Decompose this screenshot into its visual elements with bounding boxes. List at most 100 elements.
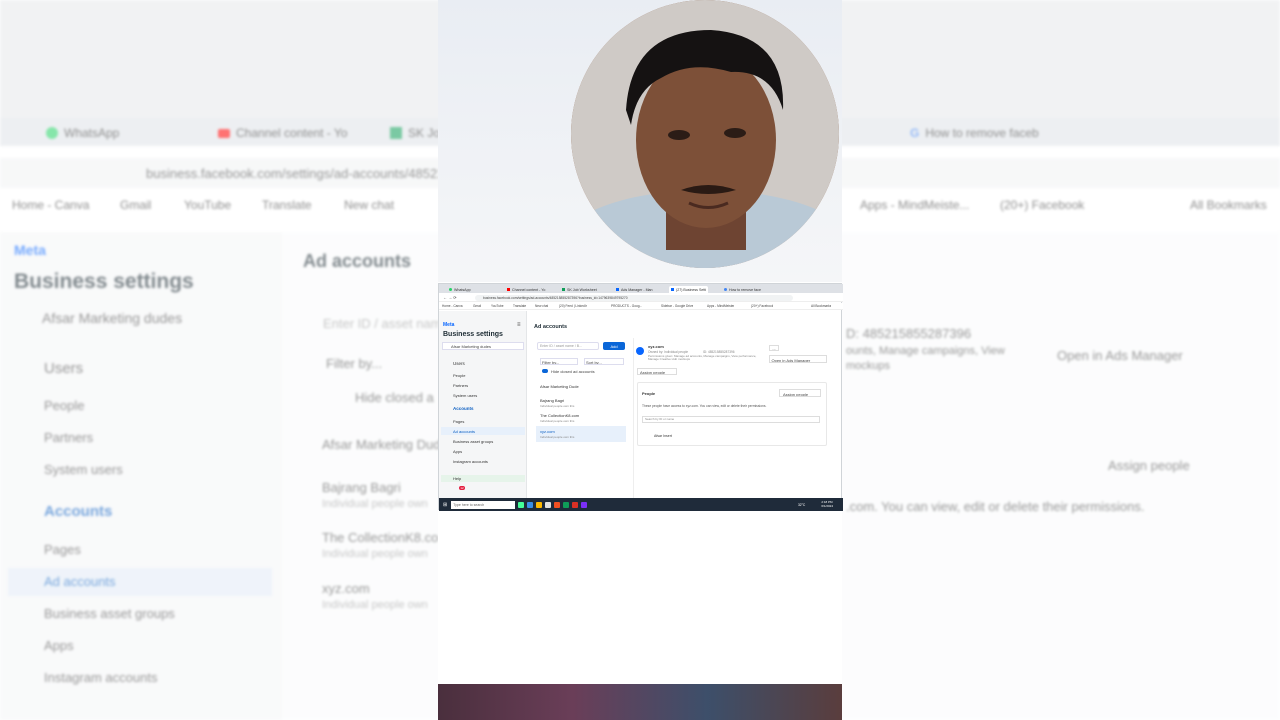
add-button[interactable]: Add [603, 342, 625, 350]
list-item[interactable]: Afsar Marketing Dude [540, 384, 579, 389]
bookmark[interactable]: New chat [535, 304, 548, 308]
taskbar-date: 6/1/2024 [821, 503, 833, 508]
accounts-section[interactable]: Accounts [453, 406, 474, 411]
bg-bookmark[interactable]: (20+) Facebook [1000, 198, 1084, 212]
open-ads-manager-button[interactable]: Open in Ads Manager [769, 355, 827, 363]
bg-open-ads-manager[interactable]: Open in Ads Manager [1057, 348, 1183, 363]
bg-page-title: Business settings [14, 270, 194, 293]
bg-url[interactable]: business.facebook.com/settings/ad-accoun… [146, 166, 452, 181]
bookmark[interactable]: PRODUCTS - Goog... [611, 304, 642, 308]
bg-nav-item-active[interactable]: Ad accounts [44, 574, 116, 589]
tab-ads-manager[interactable]: Ads Manager - Man [616, 286, 653, 293]
bookmark[interactable]: Home - Canva [442, 304, 463, 308]
tab-sheet[interactable]: SK Job Worksheet [562, 286, 597, 293]
taskbar-app-icon[interactable] [563, 501, 570, 508]
bg-accounts-section[interactable]: Accounts [44, 503, 112, 520]
windows-start-icon[interactable]: ⊞ [443, 502, 447, 508]
bg-list-item[interactable]: Afsar Marketing Dud [322, 437, 441, 452]
list-item[interactable]: The CollectionK8.com [540, 413, 579, 418]
bg-assign-people[interactable]: Assign people [1108, 458, 1190, 473]
taskbar-app-icon[interactable] [545, 501, 552, 508]
bg-bookmark[interactable]: New chat [344, 198, 394, 212]
bg-bookmark[interactable]: Home - Canva [12, 198, 89, 212]
bookmark[interactable]: Translate [513, 304, 526, 308]
tab-business-settings[interactable]: (27) Business Setti [669, 286, 709, 293]
youtube-icon [507, 288, 510, 291]
bg-tab-channel[interactable]: Channel content - Yo [218, 124, 347, 142]
bg-nav-item[interactable]: Pages [44, 542, 81, 557]
google-icon [724, 288, 727, 291]
taskbar-app-icon[interactable] [572, 501, 579, 508]
bg-users-section[interactable]: Users [44, 360, 83, 377]
bg-list-item[interactable]: xyz.com [322, 581, 370, 596]
bg-bookmark[interactable]: YouTube [184, 198, 231, 212]
taskbar-app-icon[interactable] [518, 501, 525, 508]
bg-tab-whatsapp[interactable]: WhatsApp [46, 124, 119, 142]
tab-whatsapp[interactable]: WhatsApp [449, 286, 471, 293]
bg-bookmark[interactable]: Apps - MindMeiste... [860, 198, 969, 212]
tab-label: WhatsApp [454, 287, 471, 292]
help-link[interactable]: Help [453, 476, 461, 481]
bg-nav-item[interactable]: Instagram accounts [44, 670, 157, 685]
list-item[interactable]: Bajrang Bagri [540, 398, 564, 403]
bookmark[interactable]: (20) Feed | LinkedIn [559, 304, 587, 308]
assign-people-button-2[interactable]: Assign people [779, 389, 821, 397]
bg-nav-item[interactable]: System users [44, 462, 123, 477]
bg-tab-sheet[interactable]: SK Jo [390, 124, 440, 142]
bg-hide-closed[interactable]: Hide closed a [355, 390, 434, 405]
bg-business-selector[interactable]: Afsar Marketing dudes [42, 310, 182, 326]
tab-google[interactable]: How to remove face [724, 286, 761, 293]
filter-dropdown[interactable]: Filter by... [540, 358, 578, 365]
taskbar-app-icon[interactable] [536, 501, 543, 508]
meta-logo: Meta [443, 322, 455, 328]
menu-icon[interactable]: ≡ [517, 322, 521, 328]
bg-list-item[interactable]: The CollectionK8.co [322, 530, 438, 545]
nav-item-asset-groups[interactable]: Business asset groups [453, 439, 493, 444]
whatsapp-icon [46, 127, 58, 139]
bg-bookmark[interactable]: Gmail [120, 198, 151, 212]
nav-item-ad-accounts[interactable]: Ad accounts [453, 429, 475, 434]
bg-nav-item[interactable]: Partners [44, 430, 93, 445]
bg-tab-label: SK Jo [408, 126, 441, 140]
bookmark[interactable]: Sidebar - Google Drive [661, 304, 693, 308]
bg-list-item[interactable]: Bajrang Bagri [322, 480, 401, 495]
nav-item-apps[interactable]: Apps [453, 449, 462, 454]
more-button[interactable]: ... [769, 345, 779, 351]
nav-item-pages[interactable]: Pages [453, 419, 464, 424]
bg-bookmark[interactable]: Translate [262, 198, 312, 212]
bookmark[interactable]: Apps - MindMeister [707, 304, 734, 308]
bookmark[interactable]: All Bookmarks [811, 304, 831, 308]
bg-nav-item[interactable]: People [44, 398, 84, 413]
taskbar-search[interactable]: Type here to search [451, 500, 516, 509]
nav-item-instagram[interactable]: Instagram accounts [453, 459, 488, 464]
bookmark[interactable]: (20+) Facebook [751, 304, 773, 308]
bg-nav-item[interactable]: Apps [44, 638, 74, 653]
meta-icon [671, 288, 674, 291]
youtube-icon [218, 128, 230, 138]
google-icon: G [910, 126, 920, 140]
taskbar-app-icon[interactable] [527, 501, 534, 508]
add-label: Add [610, 343, 618, 349]
list-item-selected[interactable]: xyz.com [540, 429, 555, 434]
presenter-face-image [571, 0, 839, 268]
bg-nav-item[interactable]: Business asset groups [44, 606, 175, 621]
taskbar-app-icon[interactable] [581, 501, 588, 508]
nav-item-partners[interactable]: Partners [453, 383, 468, 388]
nav-arrows-icon[interactable]: ← → ⟳ [443, 295, 457, 300]
taskbar-app-icon[interactable] [554, 501, 561, 508]
bookmark[interactable]: Gmail [473, 304, 481, 308]
nav-item-people[interactable]: People [453, 373, 465, 378]
bg-bookmark[interactable]: All Bookmarks [1190, 198, 1267, 212]
tab-channel[interactable]: Channel content - Yo [507, 286, 545, 293]
bg-tab-google[interactable]: G How to remove faceb [910, 124, 1039, 142]
assign-people-button[interactable]: Assign people [637, 368, 677, 375]
bookmark[interactable]: YouTube [491, 304, 504, 308]
hide-closed-toggle[interactable] [542, 369, 548, 373]
sort-dropdown[interactable]: Sort by... [584, 358, 624, 365]
bg-filter[interactable]: Filter by... [326, 356, 382, 371]
people-title: People [642, 391, 656, 396]
nav-item-system-users[interactable]: System users [453, 393, 477, 398]
users-section[interactable]: Users [453, 361, 465, 366]
person-row[interactable]: Afsar Insert [654, 434, 672, 438]
bg-search[interactable]: Enter ID / asset nam [323, 316, 442, 331]
